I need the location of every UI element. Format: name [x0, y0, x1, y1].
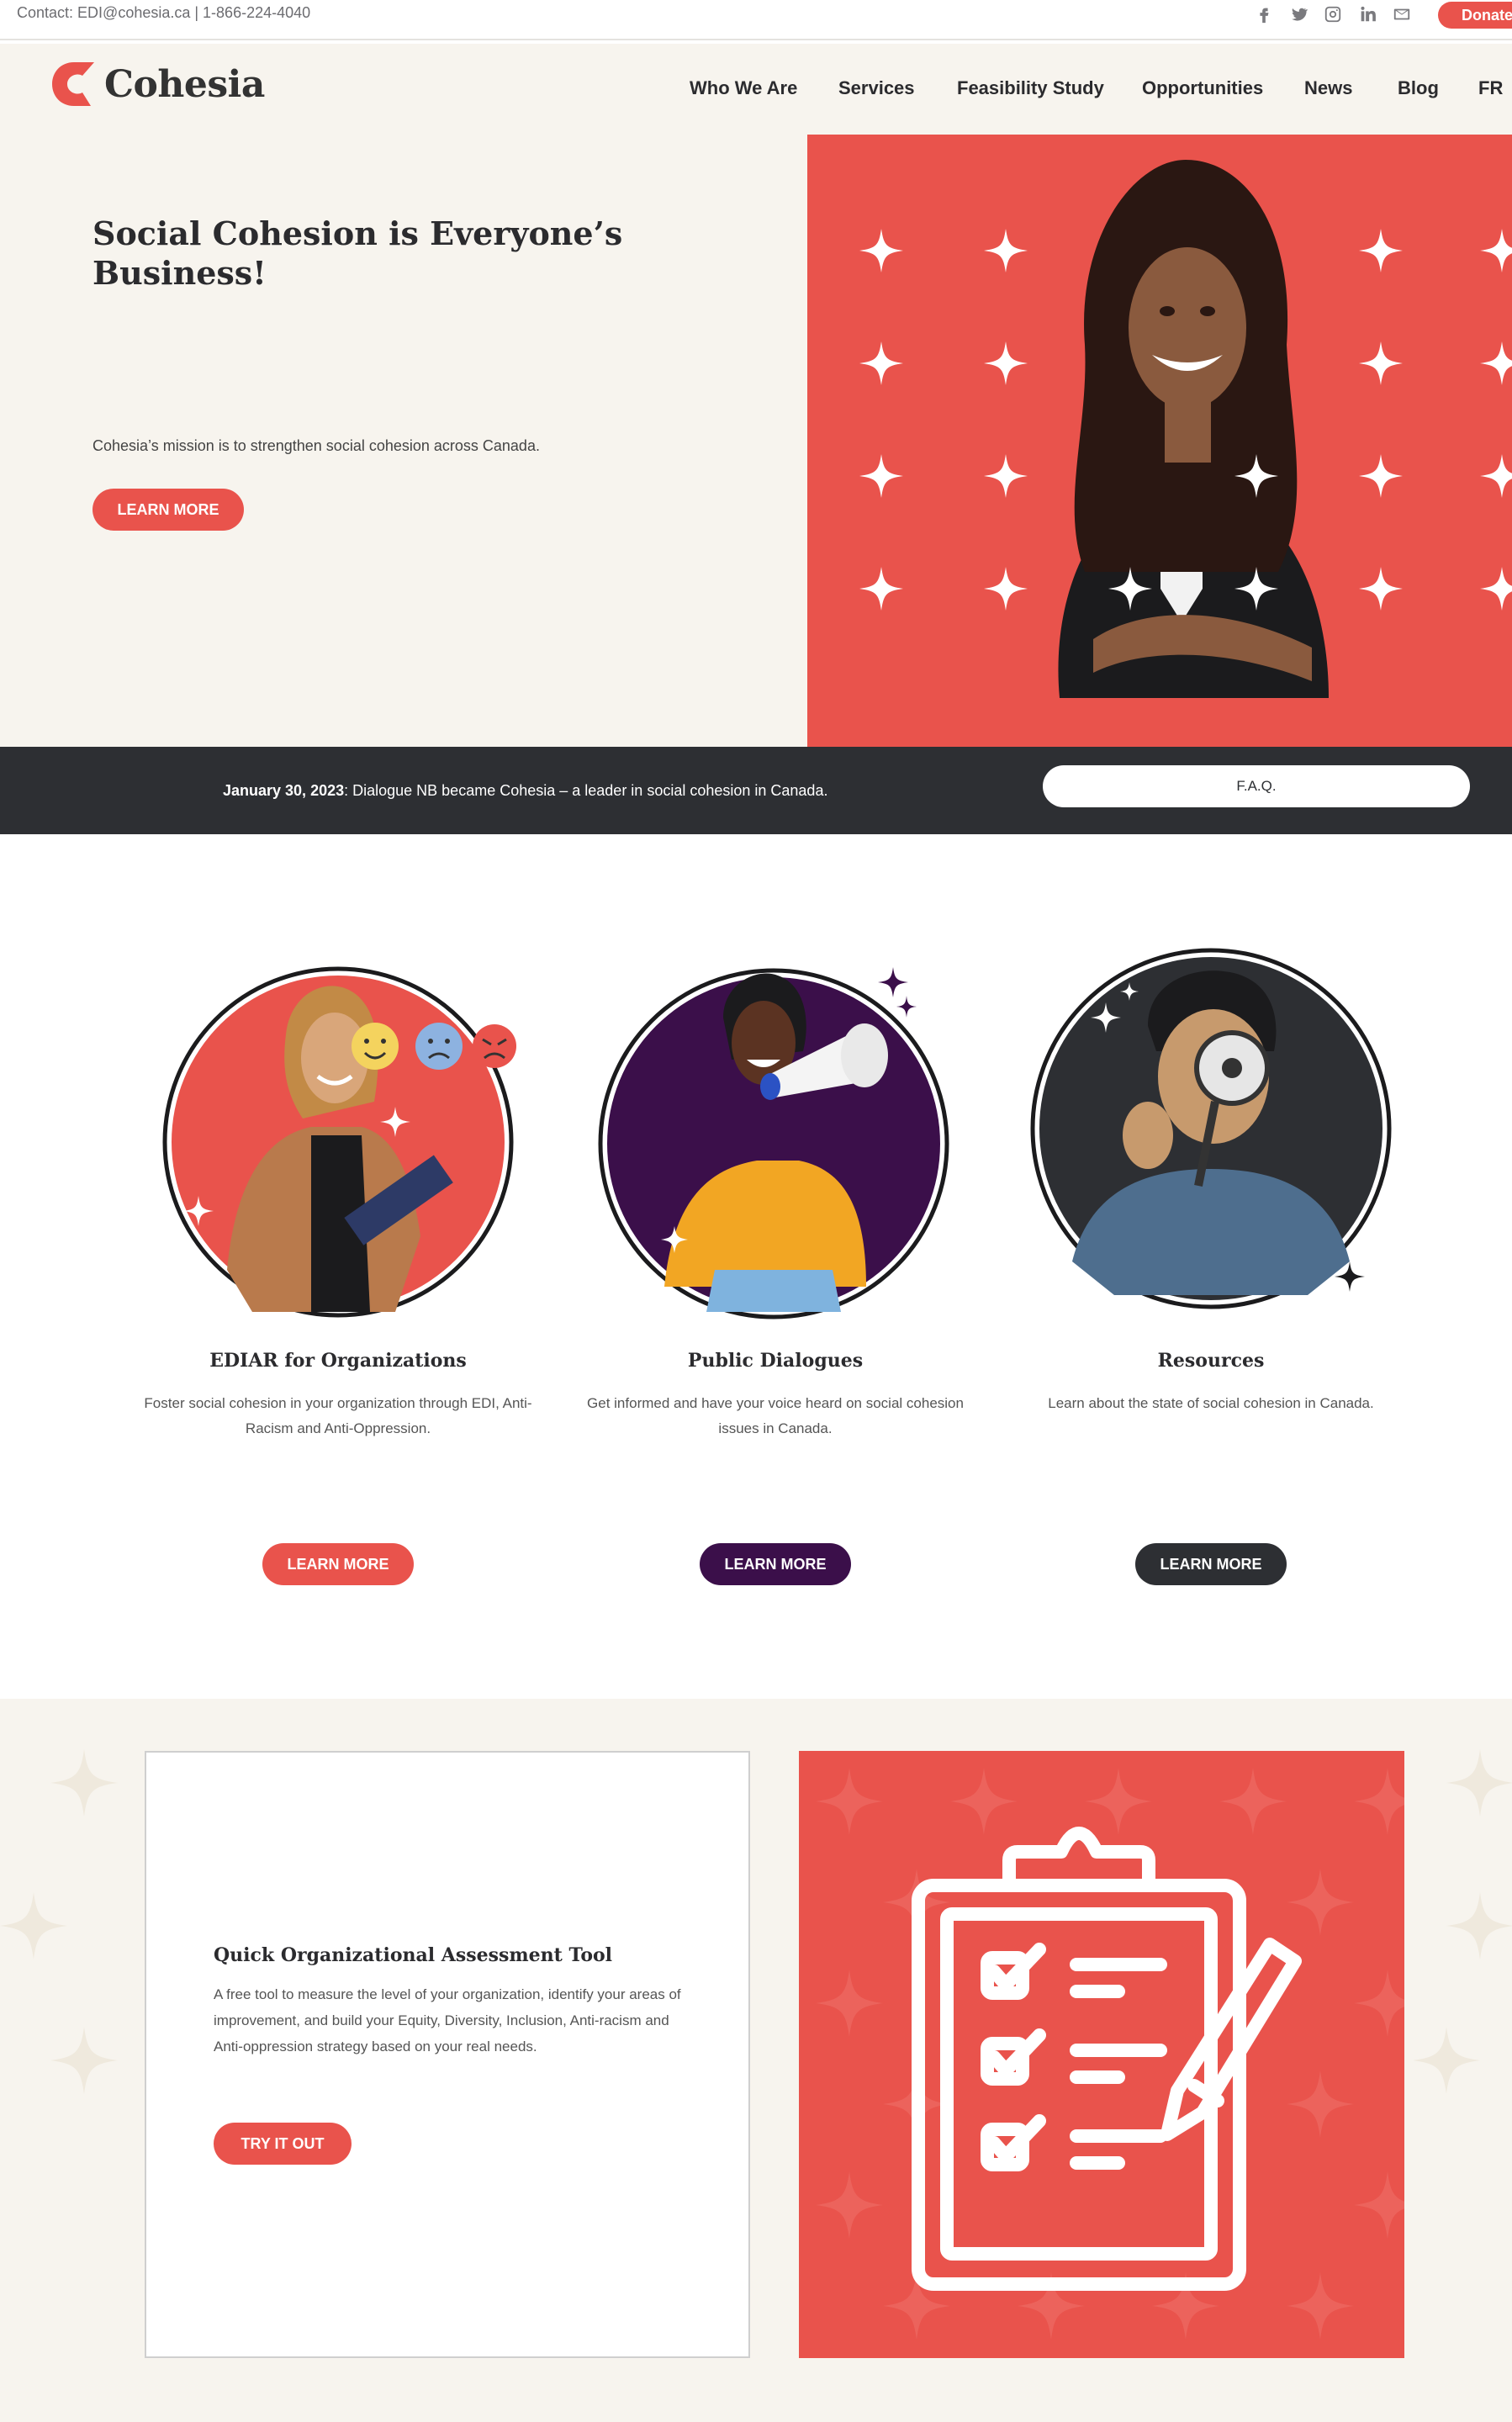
assessment-title: Quick Organizational Assessment Tool	[214, 1944, 613, 1966]
hero-learn-more-button[interactable]: LEARN MORE	[93, 489, 244, 531]
announcement-strip: January 30, 2023: Dialogue NB became Coh…	[0, 747, 1512, 834]
card-text-public-dialogues: Get informed and have your voice heard o…	[587, 1395, 964, 1436]
donate-button[interactable]: Donate	[1438, 2, 1512, 29]
resources-learn-more-button[interactable]: LEARN MORE	[1135, 1543, 1287, 1585]
facebook-icon[interactable]	[1255, 2, 1273, 27]
card-title-resources: Resources	[1157, 1350, 1265, 1372]
nav-who-we-are[interactable]: Who We Are	[690, 77, 797, 99]
faq-button[interactable]: F.A.Q.	[1043, 765, 1470, 807]
try-it-out-button[interactable]: TRY IT OUT	[214, 2123, 352, 2165]
site-header: Cohesia Who We Are Services Feasibility …	[0, 44, 1512, 135]
hero-title: Social Cohesion is Everyone’s Business!	[93, 214, 623, 292]
nav-opportunities[interactable]: Opportunities	[1142, 77, 1263, 99]
announcement-body: : Dialogue NB became Cohesia – a leader …	[344, 782, 828, 799]
hero-subtitle: Cohesia’s mission is to strengthen socia…	[93, 437, 540, 454]
announcement-text: January 30, 2023: Dialogue NB became Coh…	[223, 782, 827, 800]
top-bar: Contact: EDI@cohesia.ca | 1-866-224-4040…	[0, 0, 1512, 40]
card-title-ediar: EDIAR for Organizations	[209, 1350, 467, 1372]
nav-services[interactable]: Services	[838, 77, 915, 99]
nav-feasibility-study[interactable]: Feasibility Study	[957, 77, 1104, 99]
nav-language-fr[interactable]: FR	[1478, 77, 1503, 99]
assessment-image	[799, 1751, 1404, 2358]
announcement-date: January 30, 2023	[223, 782, 345, 799]
public-dialogues-learn-more-button[interactable]: LEARN MORE	[700, 1543, 851, 1585]
public-dialogues-card-image	[598, 967, 949, 1319]
resources-card-image	[1030, 948, 1392, 1309]
clipboard-checklist-icon	[816, 1768, 1404, 2340]
twitter-icon[interactable]	[1289, 2, 1308, 27]
ediar-learn-more-button[interactable]: LEARN MORE	[262, 1543, 414, 1585]
instagram-icon[interactable]	[1324, 2, 1342, 27]
assessment-description: A free tool to measure the level of your…	[214, 1986, 681, 2054]
ediar-card-image	[162, 966, 516, 1318]
contact-info: Contact: EDI@cohesia.ca | 1-866-224-4040	[17, 4, 311, 21]
nav-news[interactable]: News	[1304, 77, 1352, 99]
card-title-public-dialogues: Public Dialogues	[687, 1350, 864, 1372]
assessment-card: Quick Organizational Assessment Tool A f…	[145, 1751, 750, 2358]
hero-image	[807, 135, 1512, 747]
mail-icon[interactable]	[1393, 2, 1411, 27]
card-text-ediar: Foster social cohesion in your organizat…	[144, 1395, 532, 1436]
logo[interactable]: Cohesia	[49, 59, 265, 109]
hero-illustration	[859, 160, 1512, 698]
cohesia-logo-icon	[52, 62, 94, 106]
logo-text: Cohesia	[104, 62, 265, 106]
card-text-resources: Learn about the state of social cohesion…	[1048, 1395, 1374, 1411]
nav-blog[interactable]: Blog	[1398, 77, 1439, 99]
linkedin-icon[interactable]	[1358, 2, 1377, 27]
